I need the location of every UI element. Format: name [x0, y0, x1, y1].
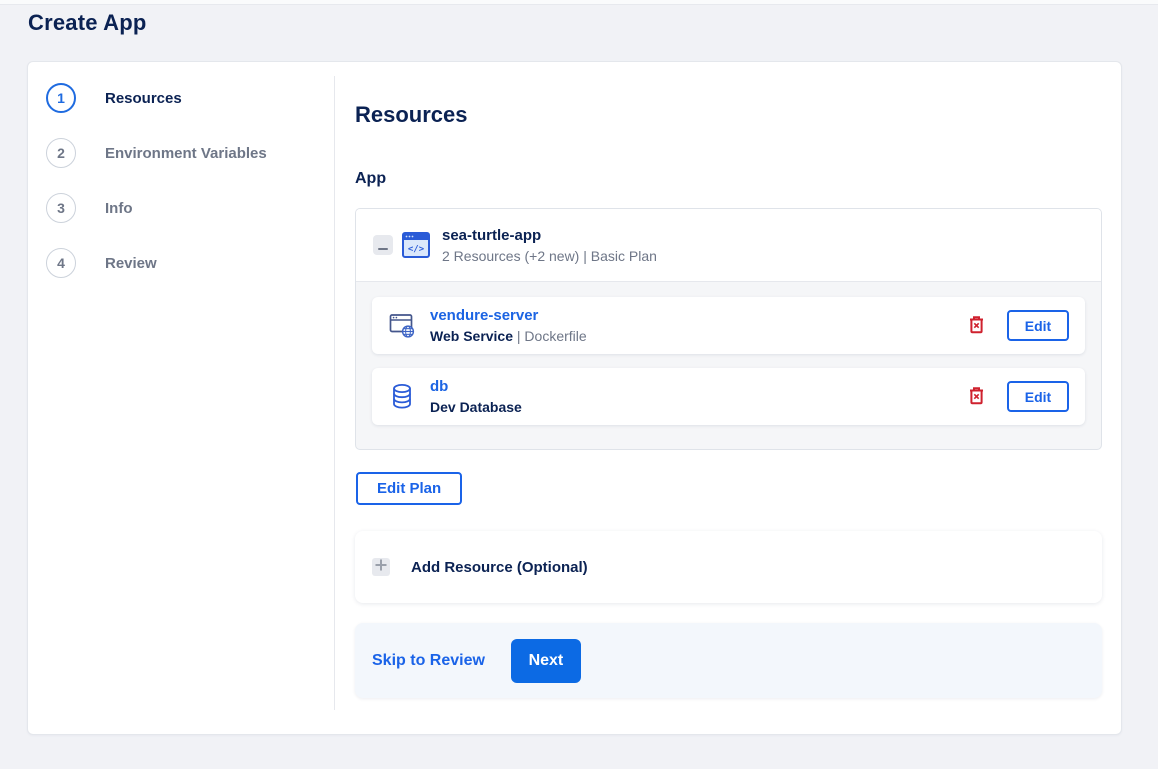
plus-icon: [375, 558, 387, 576]
app-name: sea-turtle-app: [442, 226, 542, 244]
app-group-header: </> sea-turtle-app 2 Resources (+2 new) …: [356, 209, 1101, 282]
resource-row-vendure-server: vendure-server Web Service | Dockerfile: [372, 297, 1085, 354]
app-group: </> sea-turtle-app 2 Resources (+2 new) …: [355, 208, 1102, 450]
step-info[interactable]: 3 Info: [46, 193, 133, 223]
top-strip: [0, 0, 1158, 5]
add-resource-label: Add Resource (Optional): [411, 558, 588, 576]
step-environment-variables[interactable]: 2 Environment Variables: [46, 138, 267, 168]
step-label: Review: [105, 254, 157, 272]
step-review[interactable]: 4 Review: [46, 248, 157, 278]
minus-icon: [378, 238, 388, 253]
step-number: 4: [46, 248, 76, 278]
database-icon: [388, 383, 416, 410]
resource-texts: db Dev Database: [430, 378, 522, 415]
collapse-button[interactable]: [373, 235, 393, 255]
step-number: 3: [46, 193, 76, 223]
app-group-titles: sea-turtle-app 2 Resources (+2 new) | Ba…: [442, 227, 657, 264]
resource-actions: Edit: [966, 381, 1069, 412]
resource-type: Dev Database: [430, 399, 522, 415]
edit-resource-button[interactable]: Edit: [1007, 310, 1069, 341]
step-label: Info: [105, 199, 133, 217]
step-number: 1: [46, 83, 76, 113]
resources-heading: Resources: [355, 102, 468, 127]
delete-resource-button[interactable]: [966, 313, 987, 339]
sidebar-divider: [334, 76, 335, 710]
add-resource-button[interactable]: Add Resource (Optional): [355, 531, 1102, 603]
resource-row-db: db Dev Database Edit: [372, 368, 1085, 425]
resource-subtitle: Dev Database: [430, 399, 522, 415]
resource-actions: Edit: [966, 310, 1069, 341]
create-app-card: 1 Resources 2 Environment Variables 3 In…: [27, 61, 1122, 735]
step-label: Resources: [105, 89, 182, 107]
resource-texts: vendure-server Web Service | Dockerfile: [430, 307, 587, 344]
resource-name-link[interactable]: db: [430, 378, 448, 395]
app-code-icon: </>: [402, 232, 430, 258]
step-resources[interactable]: 1 Resources: [46, 83, 182, 113]
next-button[interactable]: Next: [510, 638, 581, 683]
resource-detail: | Dockerfile: [513, 328, 587, 344]
edit-plan-button[interactable]: Edit Plan: [356, 472, 463, 505]
svg-text:</>: </>: [408, 245, 425, 255]
footer-action-bar: Skip to Review Next: [355, 623, 1102, 698]
app-summary: 2 Resources (+2 new) | Basic Plan: [442, 247, 657, 264]
app-group-body: vendure-server Web Service | Dockerfile: [356, 282, 1101, 425]
web-service-icon: [388, 313, 416, 339]
step-label: Environment Variables: [105, 144, 267, 162]
step-number: 2: [46, 138, 76, 168]
resource-type: Web Service: [430, 328, 514, 344]
skip-to-review-link[interactable]: Skip to Review: [372, 652, 485, 670]
app-section-label: App: [355, 170, 387, 187]
delete-resource-button[interactable]: [966, 384, 987, 410]
edit-resource-button[interactable]: Edit: [1007, 381, 1069, 412]
resource-subtitle: Web Service | Dockerfile: [430, 328, 587, 344]
trash-icon: [968, 386, 985, 408]
trash-icon: [968, 315, 985, 337]
plus-button: [372, 558, 390, 576]
resource-name-link[interactable]: vendure-server: [430, 307, 538, 324]
page-title: Create App: [28, 10, 147, 35]
